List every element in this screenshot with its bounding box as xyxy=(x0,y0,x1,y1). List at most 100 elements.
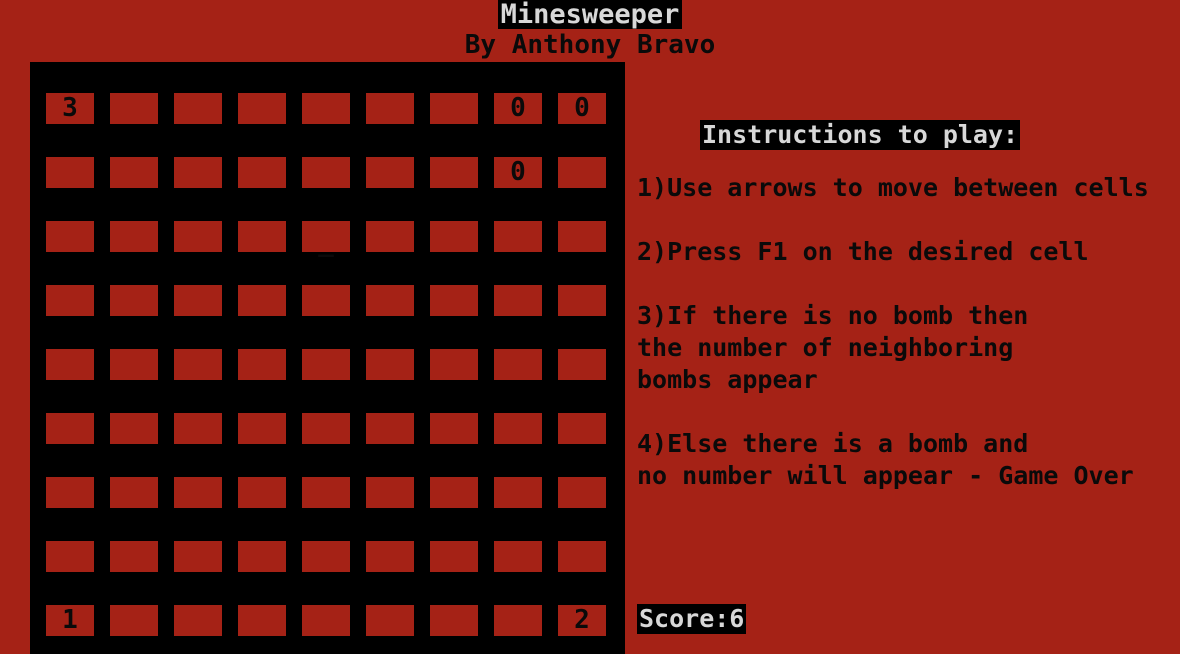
board-cell[interactable] xyxy=(46,285,94,316)
board-cell-value xyxy=(430,93,478,124)
minesweeper-board[interactable]: 3 0 0 0 _ 1 2 xyxy=(30,62,625,654)
board-cell-value xyxy=(46,477,94,508)
board-cell[interactable] xyxy=(238,605,286,636)
board-cell[interactable] xyxy=(366,349,414,380)
board-cell[interactable] xyxy=(430,221,478,252)
board-cell[interactable] xyxy=(558,221,606,252)
board-cell[interactable]: _ xyxy=(302,221,350,258)
board-cell[interactable] xyxy=(558,157,606,188)
board-cell-value xyxy=(494,349,542,380)
board-cell[interactable] xyxy=(558,541,606,572)
board-cell[interactable] xyxy=(430,541,478,572)
board-cell[interactable] xyxy=(366,221,414,252)
board-cell-value xyxy=(366,221,414,252)
board-cell[interactable] xyxy=(174,93,222,124)
board-cell[interactable]: 0 xyxy=(558,93,606,124)
board-cell[interactable] xyxy=(430,605,478,636)
board-cell[interactable] xyxy=(302,349,350,380)
board-cell[interactable] xyxy=(110,221,158,252)
board-cell[interactable] xyxy=(302,541,350,572)
board-cell[interactable] xyxy=(174,477,222,508)
board-cell[interactable] xyxy=(46,541,94,572)
board-cell-value xyxy=(238,221,286,252)
board-cell[interactable] xyxy=(302,285,350,316)
board-cell[interactable] xyxy=(430,477,478,508)
board-cell[interactable] xyxy=(302,477,350,508)
board-cell[interactable] xyxy=(430,285,478,316)
board-cell[interactable] xyxy=(366,285,414,316)
board-cell[interactable] xyxy=(430,349,478,380)
board-cell[interactable]: 0 xyxy=(494,93,542,124)
board-cell[interactable] xyxy=(46,477,94,508)
board-cell[interactable]: 0 xyxy=(494,157,542,188)
board-cell[interactable] xyxy=(46,157,94,188)
board-cell[interactable] xyxy=(366,413,414,444)
board-cell[interactable] xyxy=(110,157,158,188)
board-cell[interactable] xyxy=(430,157,478,188)
board-cell[interactable] xyxy=(238,93,286,124)
board-cell[interactable] xyxy=(46,221,94,252)
board-cell[interactable] xyxy=(174,541,222,572)
board-cell[interactable] xyxy=(174,605,222,636)
board-cell-value xyxy=(494,413,542,444)
board-cell[interactable] xyxy=(302,605,350,636)
board-cell[interactable] xyxy=(302,413,350,444)
board-cell-value: 3 xyxy=(62,93,78,123)
board-cell-value xyxy=(430,285,478,316)
board-cell[interactable] xyxy=(494,349,542,380)
board-cell[interactable] xyxy=(558,285,606,316)
instruction-line: 1)Use arrows to move between cells xyxy=(637,173,1149,202)
board-cell[interactable] xyxy=(302,157,350,188)
board-cell[interactable] xyxy=(46,349,94,380)
board-cell[interactable] xyxy=(366,477,414,508)
board-cell[interactable] xyxy=(238,157,286,188)
board-cell[interactable] xyxy=(494,413,542,444)
board-cell-value xyxy=(174,349,222,380)
board-cell[interactable] xyxy=(558,477,606,508)
board-cell[interactable] xyxy=(430,93,478,124)
board-cell[interactable] xyxy=(238,477,286,508)
board-cell[interactable] xyxy=(110,413,158,444)
board-cell[interactable] xyxy=(174,285,222,316)
board-cell[interactable] xyxy=(110,93,158,124)
board-cell[interactable] xyxy=(238,349,286,380)
board-cell[interactable]: 3 xyxy=(46,93,94,124)
board-cell[interactable] xyxy=(174,221,222,252)
board-cell[interactable] xyxy=(494,285,542,316)
board-cell[interactable] xyxy=(238,285,286,316)
board-cell-value xyxy=(558,157,606,188)
board-cell-value: 0 xyxy=(510,157,526,187)
board-cell[interactable]: 2 xyxy=(558,605,606,636)
board-cell[interactable]: 1 xyxy=(46,605,94,636)
board-cell[interactable] xyxy=(110,285,158,316)
board-cell[interactable] xyxy=(110,541,158,572)
board-cell[interactable] xyxy=(366,157,414,188)
board-cell-value xyxy=(110,285,158,316)
board-cell[interactable] xyxy=(174,349,222,380)
board-cell-value xyxy=(366,349,414,380)
board-cell[interactable] xyxy=(494,541,542,572)
board-cell[interactable] xyxy=(494,605,542,636)
board-cell-value xyxy=(430,477,478,508)
board-cell[interactable] xyxy=(494,221,542,252)
board-cell[interactable] xyxy=(558,413,606,444)
board-cell[interactable] xyxy=(366,605,414,636)
board-cell[interactable] xyxy=(302,93,350,124)
board-cell[interactable] xyxy=(494,477,542,508)
board-cell[interactable] xyxy=(558,349,606,380)
board-cell-value xyxy=(366,605,414,636)
board-cell[interactable] xyxy=(238,541,286,572)
board-cell[interactable] xyxy=(366,93,414,124)
board-cell[interactable] xyxy=(110,349,158,380)
board-cell-value xyxy=(366,93,414,124)
board-cell[interactable] xyxy=(430,413,478,444)
board-cell[interactable] xyxy=(46,413,94,444)
board-cell-value xyxy=(430,221,478,252)
board-cell[interactable] xyxy=(174,157,222,188)
board-cell[interactable] xyxy=(174,413,222,444)
board-cell[interactable] xyxy=(110,605,158,636)
board-cell[interactable] xyxy=(110,477,158,508)
board-cell[interactable] xyxy=(238,221,286,252)
board-cell[interactable] xyxy=(366,541,414,572)
board-cell[interactable] xyxy=(238,413,286,444)
